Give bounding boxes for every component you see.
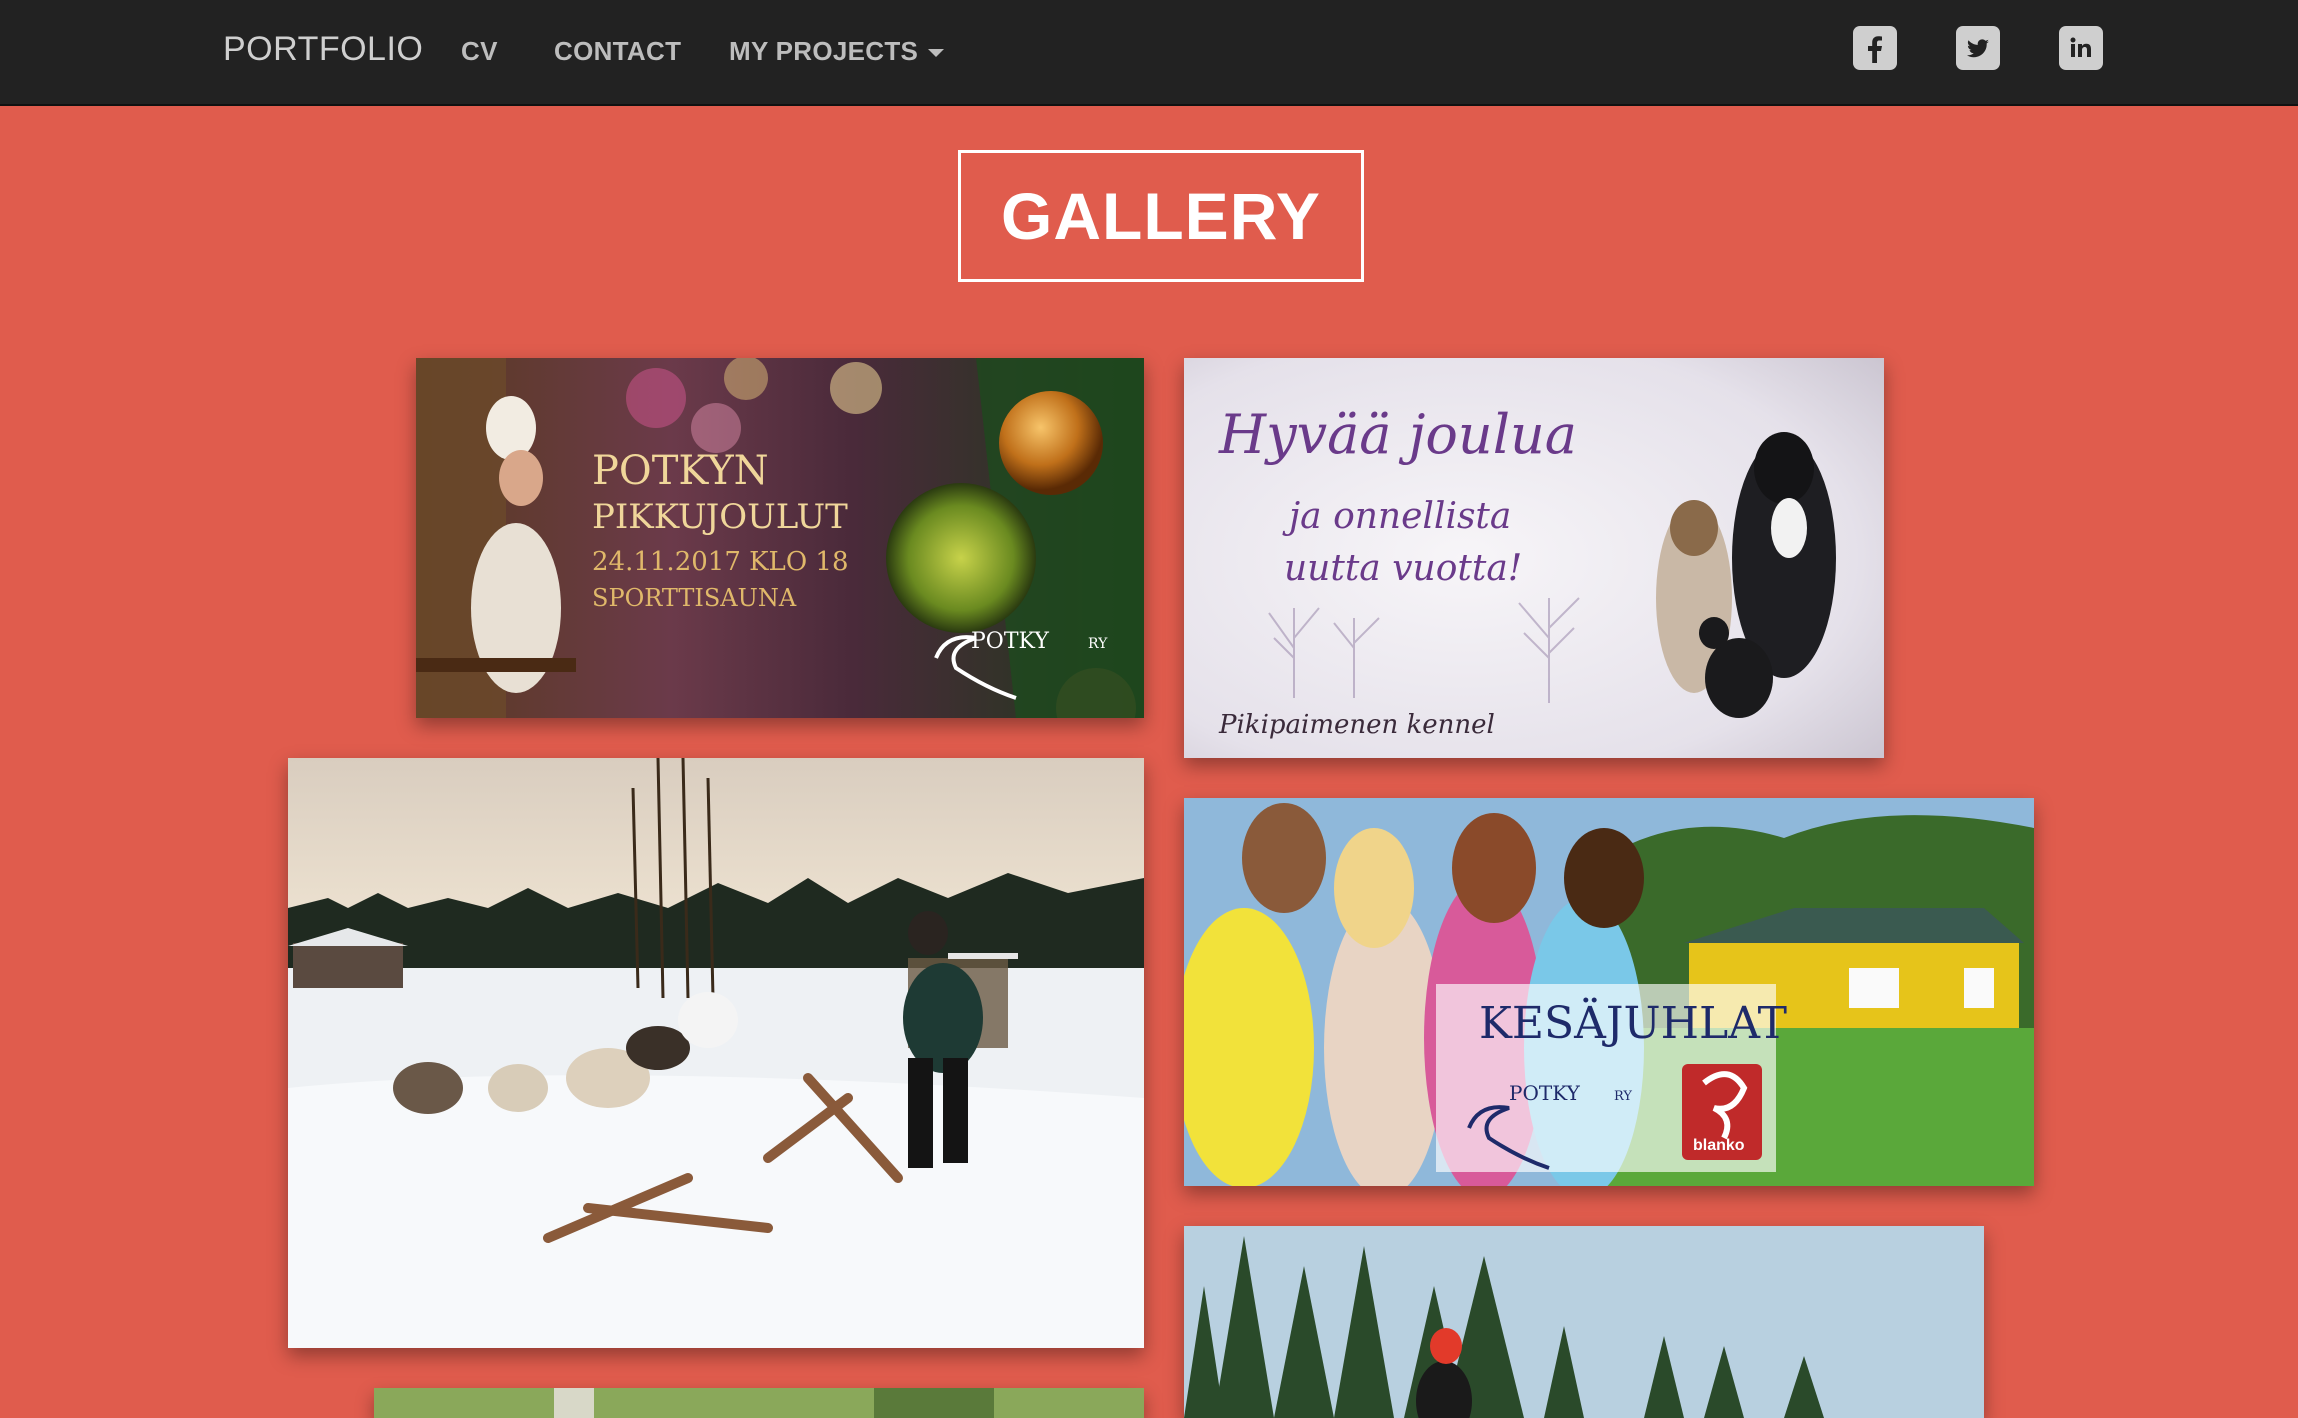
tile1-line4: SPORTTISAUNA xyxy=(592,584,797,612)
tile4-logo: POTKY xyxy=(1509,1081,1581,1105)
christmas-dogs-image: Hyvää joulua ja onnellista uutta vuotta!… xyxy=(1184,358,1884,758)
winter-farm-image xyxy=(288,758,1144,1348)
nav-link-cv[interactable]: CV xyxy=(461,36,498,67)
gallery-image-bottom[interactable] xyxy=(374,1388,1144,1418)
summer-party-image: KESÄJUHLAT POTKY RY blanko xyxy=(1184,798,2034,1186)
tile2-footer: Pikipaimenen kennel xyxy=(1218,710,1495,740)
tile4-title: KESÄJUHLAT xyxy=(1479,996,1787,1049)
linkedin-icon[interactable] xyxy=(2059,26,2103,70)
nav-dropdown-label: MY PROJECTS xyxy=(729,36,919,66)
tile2-line2: ja onnellista xyxy=(1282,496,1511,537)
brand-link[interactable]: PORTFOLIO xyxy=(223,30,423,69)
sauna-christmas-image: POTKYN PIKKUJOULUT 24.11.2017 KLO 18 SPO… xyxy=(416,358,1144,718)
top-navbar: PORTFOLIO CV CONTACT MY PROJECTS xyxy=(0,0,2298,106)
tile1-line1: POTKYN xyxy=(592,448,769,494)
gallery-image-forest[interactable] xyxy=(1184,1226,1984,1418)
facebook-icon[interactable] xyxy=(1853,26,1897,70)
tile1-logo: POTKY xyxy=(971,629,1049,654)
tile4-badge: blanko xyxy=(1693,1137,1745,1154)
tile1-logo-suffix: RY xyxy=(1088,636,1108,652)
tile1-line3: 24.11.2017 KLO 18 xyxy=(592,547,848,577)
nav-link-contact[interactable]: CONTACT xyxy=(554,36,681,67)
twitter-icon[interactable] xyxy=(1956,26,2000,70)
tile2-line3: uutta vuotta! xyxy=(1284,548,1522,589)
bottom-image xyxy=(374,1388,1144,1418)
gallery-title: GALLERY xyxy=(958,150,1364,282)
gallery-image-kesajuhlat[interactable]: KESÄJUHLAT POTKY RY blanko xyxy=(1184,798,2034,1186)
tile1-line2: PIKKUJOULUT xyxy=(592,497,848,537)
gallery-image-pikkujoulut[interactable]: POTKYN PIKKUJOULUT 24.11.2017 KLO 18 SPO… xyxy=(416,358,1144,718)
tile2-line1: Hyvää joulua xyxy=(1218,403,1577,466)
tile4-logo-suffix: RY xyxy=(1614,1089,1632,1104)
gallery-image-winter-farm[interactable] xyxy=(288,758,1144,1348)
gallery-image-hyvaa-joulua[interactable]: Hyvää joulua ja onnellista uutta vuotta!… xyxy=(1184,358,1884,758)
nav-dropdown-projects[interactable]: MY PROJECTS xyxy=(729,36,945,67)
caret-down-icon xyxy=(928,49,945,58)
forest-image xyxy=(1184,1226,1984,1418)
